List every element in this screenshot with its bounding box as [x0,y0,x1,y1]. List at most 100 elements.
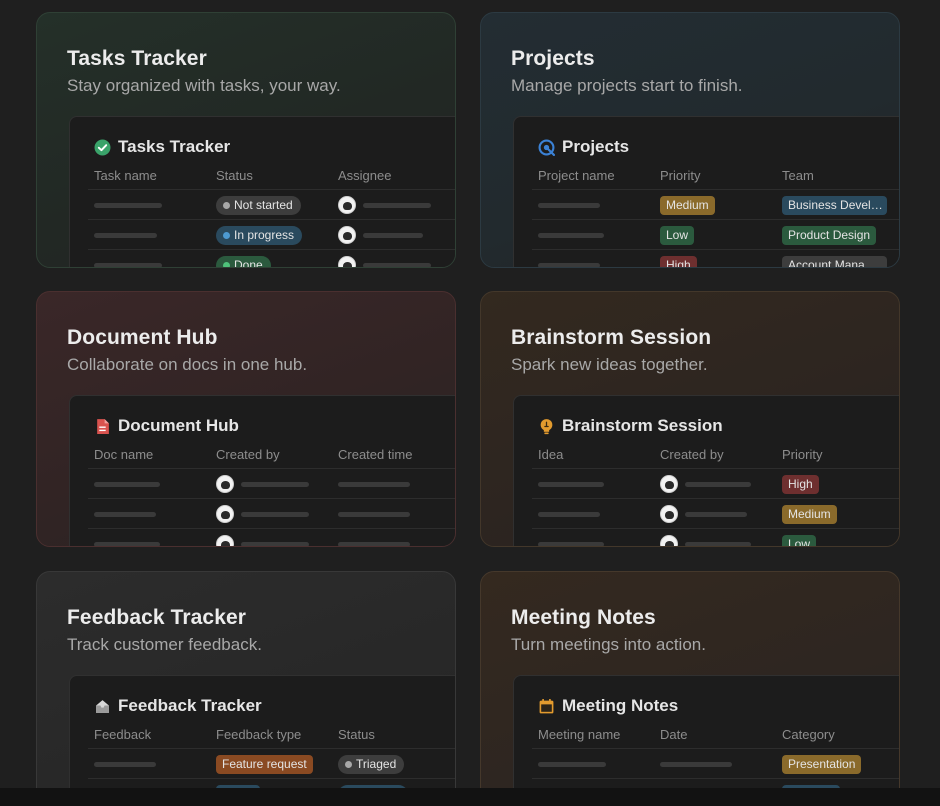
table-row: High Account Mana [532,249,899,267]
column-header: Project name [538,168,615,183]
template-preview: Meeting Notes Meeting name Date Category… [513,675,899,806]
column-header: Created time [338,447,413,462]
status-dot [223,232,230,239]
column-header: Feedback [94,727,152,742]
table-row: Low [532,528,899,546]
preview-title: Projects [562,137,630,156]
preview-title: Brainstorm Session [562,416,723,435]
document-icon [97,418,109,434]
placeholder-bar [94,203,162,208]
placeholder-bar [241,512,309,517]
card-subtitle: Collaborate on docs in one hub. [67,355,308,374]
card-title: Feedback Tracker [67,606,247,629]
column-header: Status [216,168,253,183]
priority-badge: High [782,475,819,494]
inbox-icon [96,699,109,713]
template-preview: Brainstorm Session Idea Created by Prior… [513,395,899,546]
column-header: Category [782,727,835,742]
placeholder-bar [94,263,162,267]
template-card-document-hub[interactable]: Document Hub Collaborate on docs in one … [36,291,456,547]
team-badge: Account Mana [782,256,887,267]
team-badge: Product Design [782,226,877,245]
template-card-projects[interactable]: Projects Manage projects start to finish… [480,12,900,268]
placeholder-bar [538,542,604,546]
placeholder-bar [660,762,732,767]
feedback-type-badge: Feature request [216,755,313,774]
template-card-feedback-tracker[interactable]: Feedback Tracker Track customer feedback… [36,571,456,806]
placeholder-bar [338,482,410,487]
table-row: In progress [88,219,455,249]
lightbulb-icon [540,418,553,434]
placeholder-bar [241,542,309,546]
card-title: Projects [511,47,595,70]
avatar [216,505,234,523]
template-preview: Projects Project name Priority Team Medi… [513,116,899,267]
template-card-meeting-notes[interactable]: Meeting Notes Turn meetings into action.… [480,571,900,806]
status-badge: Not started [216,196,301,215]
status-dot [223,262,230,267]
table-row [88,468,455,498]
preview-title: Meeting Notes [562,696,679,715]
template-preview: Feedback Tracker Feedback Feedback type … [69,675,455,806]
status-dot [223,202,230,209]
placeholder-bar [94,762,156,767]
avatar [660,475,678,493]
avatar [216,535,234,546]
category-badge: Presentation [782,755,862,774]
table-row: Medium Business Devel… [532,189,899,219]
target-icon [538,139,555,156]
column-header: Team [782,168,814,183]
column-header: Created by [216,447,280,462]
placeholder-bar [538,482,604,487]
card-title: Tasks Tracker [67,47,207,70]
placeholder-bar [338,512,410,517]
column-header: Status [338,727,375,742]
column-header: Priority [660,168,701,183]
column-header: Priority [782,447,823,462]
placeholder-bar [538,512,600,517]
placeholder-bar [685,482,751,487]
priority-badge: Low [782,535,817,546]
status-dot [345,761,352,768]
priority-badge: Low [660,226,695,245]
column-header: Created by [660,447,724,462]
card-subtitle: Stay organized with tasks, your way. [67,76,341,95]
template-preview: Document Hub Doc name Created by Created… [69,395,455,546]
column-header: Assignee [338,168,392,183]
placeholder-bar [94,512,156,517]
column-header: Feedback type [216,727,302,742]
template-card-brainstorm-session[interactable]: Brainstorm Session Spark new ideas toget… [480,291,900,547]
table-row: Medium [532,498,899,528]
table-row: Low Product Design [532,219,899,249]
status-label: Triaged [356,757,397,771]
template-card-tasks-tracker[interactable]: Tasks Tracker Stay organized with tasks,… [36,12,456,268]
avatar [660,505,678,523]
table-row: Feature request Triaged [88,748,455,778]
card-title: Document Hub [67,326,218,349]
bottom-edge [0,788,940,806]
placeholder-bar [538,233,604,238]
card-subtitle: Turn meetings into action. [511,635,706,654]
preview-title: Tasks Tracker [118,137,231,156]
priority-badge: Medium [782,505,837,524]
card-subtitle: Manage projects start to finish. [511,76,743,95]
template-preview: Tasks Tracker Task name Status Assignee … [69,116,455,268]
table-row: Done [88,249,455,268]
table-row [88,498,455,528]
preview-title: Document Hub [118,416,239,435]
avatar [216,475,234,493]
avatar [660,535,678,546]
table-row [88,528,455,546]
team-badge: Business Devel… [782,196,887,215]
table-row: Presentation [532,748,899,778]
placeholder-bar [685,542,751,546]
column-header: Idea [538,447,564,462]
placeholder-bar [241,482,309,487]
status-badge: Done [216,256,271,268]
status-label: Done [234,258,263,268]
priority-badge: Medium [660,196,715,215]
placeholder-bar [363,263,431,267]
table-row: Not started [88,189,455,219]
avatar [338,196,356,214]
column-header: Date [660,727,688,742]
